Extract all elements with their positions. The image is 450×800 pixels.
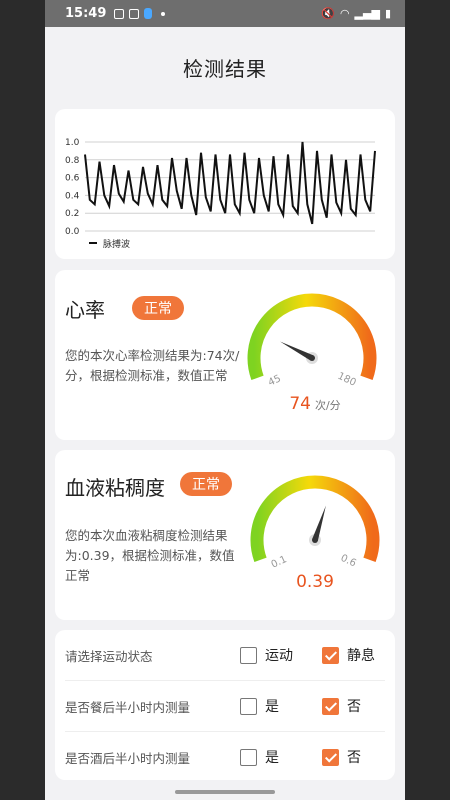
gauge-arc bbox=[247, 293, 377, 381]
page-title: 检测结果 bbox=[183, 57, 267, 81]
checkbox-meal-no[interactable]: 否 bbox=[322, 696, 361, 716]
gauge-arc bbox=[250, 475, 380, 563]
option-label: 是否餐后半小时内测量 bbox=[65, 699, 191, 715]
pulse-chart: 1.0 0.8 0.6 0.4 0.2 0.0 脉搏波 bbox=[65, 138, 376, 250]
mute-icon: 🔇 bbox=[321, 7, 335, 20]
checkbox-meal-yes[interactable]: 是 bbox=[240, 696, 279, 716]
heart-rate-status-badge: 正常 bbox=[132, 296, 184, 320]
option-row-exercise: 请选择运动状态 运动 静息 bbox=[55, 630, 395, 680]
checkbox-icon[interactable] bbox=[240, 697, 257, 715]
pulse-series-line bbox=[84, 141, 376, 225]
y-tick-label: 0.4 bbox=[65, 191, 80, 201]
viscosity-status-badge: 正常 bbox=[180, 472, 232, 496]
option-label: 是否酒后半小时内测量 bbox=[65, 750, 191, 766]
app-icon bbox=[144, 8, 153, 19]
y-tick-label: 0.6 bbox=[65, 174, 80, 184]
wifi-icon: ◠ bbox=[339, 7, 350, 20]
checkbox-exercise[interactable]: 运动 bbox=[240, 645, 293, 665]
gauge-center bbox=[309, 355, 315, 361]
viscosity-gauge: 0.1 0.6 bbox=[250, 475, 380, 571]
checkbox-alcohol-no[interactable]: 否 bbox=[322, 747, 361, 767]
checkbox-icon[interactable] bbox=[322, 697, 339, 715]
gauge-max-label: 180 bbox=[336, 371, 358, 389]
viscosity-title: 血液粘稠度 bbox=[65, 476, 165, 500]
heart-rate-description: 您的本次心率检测结果为:74次/分，根据检测标准，数值正常 bbox=[65, 348, 240, 383]
gauge-needle bbox=[279, 341, 314, 361]
heart-rate-value: 74 bbox=[289, 394, 311, 414]
gauge-max-label: 0.6 bbox=[339, 553, 358, 570]
heart-rate-unit: 次/分 bbox=[314, 399, 341, 412]
gallery-icon bbox=[114, 8, 125, 19]
checkbox-rest[interactable]: 静息 bbox=[322, 645, 375, 665]
dot-icon bbox=[161, 11, 166, 16]
viscosity-value: 0.39 bbox=[296, 572, 334, 592]
heart-rate-title: 心率 bbox=[65, 298, 105, 322]
checkbox-icon[interactable] bbox=[322, 748, 339, 766]
legend-label: 脉搏波 bbox=[103, 238, 130, 250]
y-tick-label: 0.0 bbox=[65, 227, 80, 237]
option-row-after-alcohol: 是否酒后半小时内测量 是 否 bbox=[55, 732, 395, 782]
checkbox-icon[interactable] bbox=[322, 646, 339, 664]
status-time: 15:49 bbox=[65, 6, 107, 21]
measurement-options-card: 请选择运动状态 运动 静息 是否餐后半小时内测量 是 否 是否酒后半小时内测量 … bbox=[55, 630, 395, 780]
heart-rate-gauge: 45 180 bbox=[247, 293, 377, 389]
viscosity-description: 您的本次血液粘稠度检测结果为:0.39，根据检测标准，数值正常 bbox=[65, 528, 235, 583]
viscosity-card: 血液粘稠度 正常 您的本次血液粘稠度检测结果为:0.39，根据检测标准，数值正常… bbox=[55, 450, 395, 620]
option-row-after-meal: 是否餐后半小时内测量 是 否 bbox=[55, 681, 395, 731]
pulse-chart-card: 1.0 0.8 0.6 0.4 0.2 0.0 脉搏波 bbox=[55, 109, 395, 259]
checkbox-icon[interactable] bbox=[240, 748, 257, 766]
option-label: 请选择运动状态 bbox=[65, 648, 153, 664]
home-indicator[interactable] bbox=[175, 790, 275, 794]
y-tick-label: 0.8 bbox=[65, 156, 80, 166]
checkbox-icon[interactable] bbox=[240, 646, 257, 664]
signal-icon: ▂▄▆ bbox=[354, 7, 380, 20]
gauge-needle bbox=[312, 505, 326, 541]
gauge-min-label: 0.1 bbox=[270, 554, 289, 571]
checkbox-alcohol-yes[interactable]: 是 bbox=[240, 747, 279, 767]
heart-rate-card: 心率 正常 您的本次心率检测结果为:74次/分，根据检测标准，数值正常 45 18… bbox=[55, 270, 395, 440]
y-tick-label: 0.2 bbox=[65, 209, 79, 219]
phone-screen: 15:49 🔇 ◠ ▂▄▆ ▮ 检测结果 1.0 0.8 0.6 0.4 0.2 0.0 … bbox=[45, 0, 405, 800]
bag-icon bbox=[129, 8, 140, 19]
status-bar: 15:49 🔇 ◠ ▂▄▆ ▮ bbox=[45, 0, 405, 27]
battery-icon: ▮ bbox=[384, 7, 391, 20]
gauge-min-label: 45 bbox=[267, 373, 283, 388]
gauge-center bbox=[312, 537, 318, 543]
y-tick-label: 1.0 bbox=[65, 138, 80, 148]
